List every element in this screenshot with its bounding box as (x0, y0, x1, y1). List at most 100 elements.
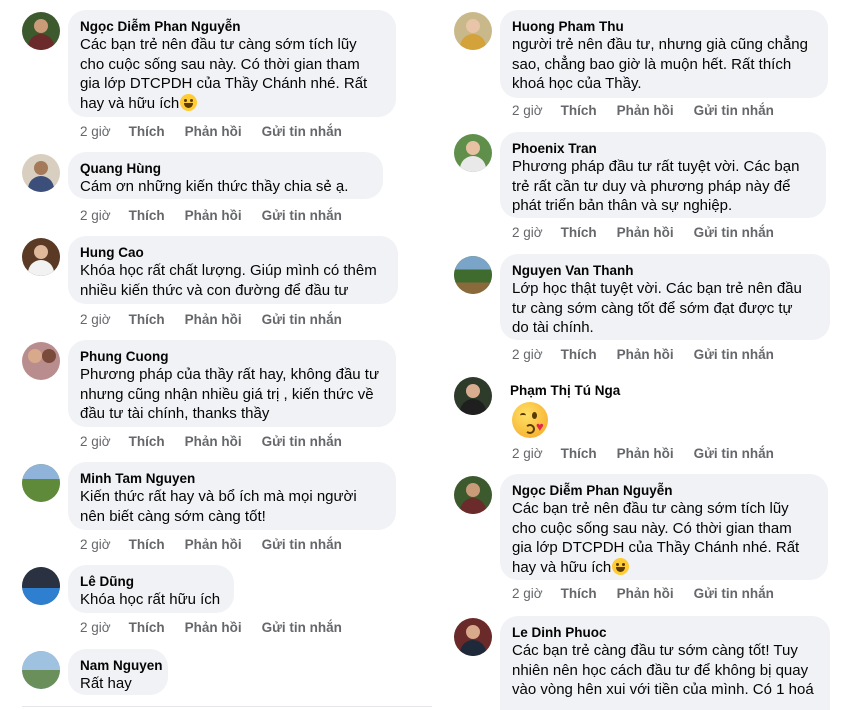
comment-time[interactable]: 2 giờ (80, 620, 111, 635)
comment-time[interactable]: 2 giờ (512, 586, 543, 601)
avatar[interactable] (22, 567, 60, 605)
grinning-face-emoji-icon (612, 557, 630, 575)
comment-author[interactable]: Lê Dũng (80, 573, 222, 590)
divider (22, 706, 432, 707)
comment-bubble: Phung Cuong Phương pháp của thầy rất hay… (68, 340, 396, 427)
avatar[interactable] (22, 651, 60, 689)
comment-actions: 2 giờ Thích Phản hồi Gửi tin nhắn (80, 620, 362, 635)
comment-time[interactable]: 2 giờ (80, 208, 111, 223)
comment-time[interactable]: 2 giờ (80, 434, 111, 449)
reply-button[interactable]: Phản hồi (185, 537, 242, 552)
comment-time[interactable]: 2 giờ (512, 446, 543, 461)
send-message-button[interactable]: Gửi tin nhắn (262, 312, 342, 327)
avatar[interactable] (22, 154, 60, 192)
reply-button[interactable]: Phản hồi (185, 124, 242, 139)
avatar[interactable] (454, 377, 492, 415)
like-button[interactable]: Thích (129, 312, 165, 327)
comment-author[interactable]: Ngọc Diễm Phan Nguyễn (512, 482, 816, 499)
like-button[interactable]: Thích (129, 208, 165, 223)
comment-bubble: Lê Dũng Khóa học rất hữu ích (68, 565, 234, 613)
like-button[interactable]: Thích (561, 225, 597, 240)
comment-time[interactable]: 2 giờ (80, 537, 111, 552)
comment-actions: 2 giờ Thích Phản hồi Gửi tin nhắn (512, 347, 794, 362)
avatar[interactable] (454, 12, 492, 50)
comment-author[interactable]: Nguyen Van Thanh (512, 262, 818, 279)
send-message-button[interactable]: Gửi tin nhắn (262, 208, 342, 223)
avatar[interactable] (22, 12, 60, 50)
comment-text: Các bạn trẻ càng đầu tư sớm càng tốt! Tu… (512, 642, 814, 698)
send-message-button[interactable]: Gửi tin nhắn (694, 347, 774, 362)
avatar[interactable] (454, 134, 492, 172)
reply-button[interactable]: Phản hồi (185, 208, 242, 223)
comment-bubble: Hung Cao Khóa học rất chất lượng. Giúp m… (68, 236, 398, 304)
comment-bubble: Quang Hùng Cám ơn những kiến thức thầy c… (68, 152, 383, 199)
comment-author[interactable]: Nam Nguyen (80, 657, 163, 674)
comment-text: Phương pháp đầu tư rất tuyệt vời. Các bạ… (512, 158, 800, 214)
comment-time[interactable]: 2 giờ (80, 124, 111, 139)
avatar[interactable] (454, 618, 492, 656)
reply-button[interactable]: Phản hồi (185, 620, 242, 635)
like-button[interactable]: Thích (129, 124, 165, 139)
comment-actions: 2 giờ Thích Phản hồi Gửi tin nhắn (80, 124, 362, 139)
comment-text: người trẻ nên đầu tư, nhưng già cũng chẳ… (512, 36, 808, 92)
comment-author[interactable]: Le Dinh Phuoc (512, 624, 818, 641)
send-message-button[interactable]: Gửi tin nhắn (262, 434, 342, 449)
reply-button[interactable]: Phản hồi (617, 103, 674, 118)
reply-button[interactable]: Phản hồi (185, 312, 242, 327)
reply-button[interactable]: Phản hồi (617, 586, 674, 601)
send-message-button[interactable]: Gửi tin nhắn (262, 124, 342, 139)
avatar[interactable] (22, 238, 60, 276)
comment-author[interactable]: Hung Cao (80, 244, 386, 261)
like-button[interactable]: Thích (129, 537, 165, 552)
send-message-button[interactable]: Gửi tin nhắn (694, 446, 774, 461)
comment-author[interactable]: Quang Hùng (80, 160, 371, 177)
comment-text: Các bạn trẻ nên đầu tư càng sớm tích lũy… (80, 36, 368, 112)
comment-text: Phương pháp của thầy rất hay, không đầu … (80, 366, 380, 422)
comment-time[interactable]: 2 giờ (512, 347, 543, 362)
send-message-button[interactable]: Gửi tin nhắn (262, 537, 342, 552)
send-message-button[interactable]: Gửi tin nhắn (694, 103, 774, 118)
comment-text: Lớp học thật tuyệt vời. Các bạn trẻ nên … (512, 280, 802, 336)
reply-button[interactable]: Phản hồi (617, 347, 674, 362)
comment-bubble: Nam Nguyen Rất hay (68, 649, 168, 695)
like-button[interactable]: Thích (561, 347, 597, 362)
reply-button[interactable]: Phản hồi (617, 446, 674, 461)
reply-button[interactable]: Phản hồi (185, 434, 242, 449)
comment-bubble: Minh Tam Nguyen Kiến thức rất hay và bổ … (68, 462, 396, 530)
comment-text: Khóa học rất hữu ích (80, 591, 221, 608)
comment-text: Kiến thức rất hay và bổ ích mà mọi người… (80, 488, 357, 525)
comment-author[interactable]: Minh Tam Nguyen (80, 470, 384, 487)
like-button[interactable]: Thích (561, 586, 597, 601)
grinning-face-emoji-icon (180, 93, 198, 111)
comment-bubble: Le Dinh Phuoc Các bạn trẻ càng đầu tư sớ… (500, 616, 830, 710)
avatar[interactable] (22, 342, 60, 380)
comment-author[interactable]: Phạm Thị Tú Nga (510, 382, 620, 399)
comment-text: Các bạn trẻ nên đầu tư càng sớm tích lũy… (512, 500, 800, 576)
comment-time[interactable]: 2 giờ (512, 103, 543, 118)
like-button[interactable]: Thích (561, 103, 597, 118)
like-button[interactable]: Thích (129, 434, 165, 449)
comment-author[interactable]: Phung Cuong (80, 348, 384, 365)
reply-button[interactable]: Phản hồi (617, 225, 674, 240)
comment-bubble: Huong Pham Thu người trẻ nên đầu tư, như… (500, 10, 828, 98)
comment-time[interactable]: 2 giờ (80, 312, 111, 327)
comment-actions: 2 giờ Thích Phản hồi Gửi tin nhắn (512, 586, 794, 601)
avatar[interactable] (22, 464, 60, 502)
send-message-button[interactable]: Gửi tin nhắn (694, 586, 774, 601)
like-button[interactable]: Thích (129, 620, 165, 635)
comment-author[interactable]: Phoenix Tran (512, 140, 814, 157)
send-message-button[interactable]: Gửi tin nhắn (262, 620, 342, 635)
comment-actions: 2 giờ Thích Phản hồi Gửi tin nhắn (80, 434, 362, 449)
avatar[interactable] (454, 476, 492, 514)
like-button[interactable]: Thích (561, 446, 597, 461)
avatar[interactable] (454, 256, 492, 294)
comment-time[interactable]: 2 giờ (512, 225, 543, 240)
comment-author[interactable]: Huong Pham Thu (512, 18, 816, 35)
comment-actions: 2 giờ Thích Phản hồi Gửi tin nhắn (512, 446, 794, 461)
comment-actions: 2 giờ Thích Phản hồi Gửi tin nhắn (80, 208, 362, 223)
comment-actions: 2 giờ Thích Phản hồi Gửi tin nhắn (512, 225, 794, 240)
comment-actions: 2 giờ Thích Phản hồi Gửi tin nhắn (512, 103, 794, 118)
send-message-button[interactable]: Gửi tin nhắn (694, 225, 774, 240)
comment-author[interactable]: Ngọc Diễm Phan Nguyễn (80, 18, 384, 35)
comment-actions: 2 giờ Thích Phản hồi Gửi tin nhắn (80, 537, 362, 552)
